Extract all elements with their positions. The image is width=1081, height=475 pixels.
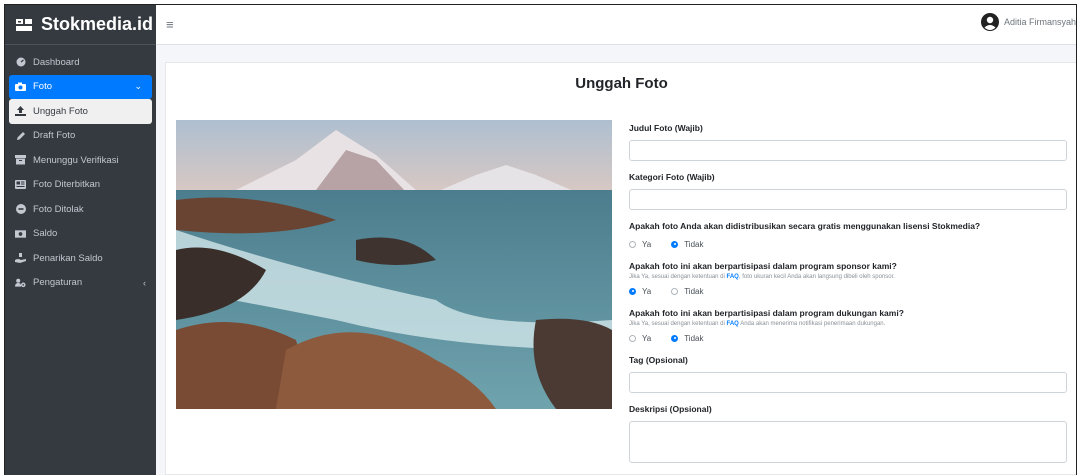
judul-label: Judul Foto (Wajib) bbox=[629, 123, 703, 133]
lisensi-radio-ya[interactable]: Ya bbox=[629, 240, 651, 249]
radio-label: Ya bbox=[642, 239, 652, 249]
tag-group: Tag (Opsional) bbox=[629, 355, 1069, 393]
sponsor-radio-tidak[interactable]: Tidak bbox=[671, 287, 703, 296]
lisensi-radios: Ya Tidak bbox=[629, 238, 1069, 250]
kategori-group: Kategori Foto (Wajib) bbox=[629, 172, 1069, 210]
sidebar-item-label: Draft Foto bbox=[33, 130, 76, 142]
top-navbar: ≡ Aditia Firmansyah bbox=[156, 5, 1076, 45]
sidebar-item-foto-ditolak[interactable]: Foto Ditolak bbox=[5, 197, 156, 222]
sidebar-item-menunggu-verifikasi[interactable]: Menunggu Verifikasi bbox=[5, 148, 156, 173]
photo-preview-image bbox=[176, 120, 612, 409]
minus-circle-icon bbox=[15, 204, 26, 215]
sidebar-nav: Dashboard Foto ⌄ Unggah Foto Draft Foto bbox=[5, 45, 156, 295]
camera-icon bbox=[15, 81, 26, 92]
radio-circle[interactable] bbox=[629, 334, 636, 342]
radio-circle[interactable] bbox=[671, 287, 679, 295]
user-menu[interactable]: Aditia Firmansyah bbox=[980, 13, 1076, 31]
page-title: Unggah Foto bbox=[575, 75, 668, 92]
sponsor-question: Apakah foto ini akan berpartisipasi dala… bbox=[629, 261, 897, 271]
inbox-icon bbox=[15, 155, 26, 166]
sidebar-item-label: Dashboard bbox=[33, 56, 80, 68]
radio-circle[interactable] bbox=[671, 240, 679, 248]
sidebar-item-penarikan-saldo[interactable]: Penarikan Saldo bbox=[5, 246, 156, 271]
dukungan-question: Apakah foto ini akan berpartisipasi dala… bbox=[629, 308, 904, 318]
sidebar-item-label: Foto bbox=[33, 81, 53, 93]
radio-label: Tidak bbox=[684, 286, 704, 296]
sidebar-item-label: Menunggu Verifikasi bbox=[33, 154, 119, 166]
sidebar-item-label: Saldo bbox=[33, 228, 58, 240]
tag-input[interactable] bbox=[629, 372, 1067, 393]
chevron-left-icon: ‹ bbox=[143, 277, 146, 288]
radio-circle[interactable] bbox=[629, 240, 636, 248]
money-icon bbox=[15, 228, 26, 239]
sidebar-item-saldo[interactable]: Saldo bbox=[5, 222, 156, 247]
sidebar-item-label: Pengaturan bbox=[33, 277, 83, 289]
sponsor-help: Jika Ya, sesuai dengan ketentuan di FAQ,… bbox=[629, 274, 1069, 280]
deskripsi-group: Deskripsi (Opsional) bbox=[629, 404, 1069, 468]
sidebar-item-dashboard[interactable]: Dashboard bbox=[5, 50, 156, 75]
tag-label: Tag (Opsional) bbox=[629, 355, 688, 365]
kategori-label: Kategori Foto (Wajib) bbox=[629, 172, 715, 182]
menu-toggle-icon[interactable]: ≡ bbox=[166, 17, 174, 32]
chevron-down-icon: ⌄ bbox=[134, 81, 142, 92]
deskripsi-textarea[interactable] bbox=[629, 421, 1067, 463]
sponsor-help-text: Jika Ya, sesuai dengan ketentuan di bbox=[629, 274, 727, 280]
dukungan-help: Jika Ya, sesuai dengan ketentuan di FAQ … bbox=[629, 321, 1069, 327]
sponsor-radios: Ya Tidak bbox=[629, 285, 1069, 297]
sidebar-item-pengaturan[interactable]: Pengaturan ‹ bbox=[5, 271, 156, 296]
dukungan-help-text-end: Anda akan menerima notifikasi penerimaan… bbox=[738, 321, 886, 327]
dukungan-radios: Ya Tidak bbox=[629, 332, 1069, 344]
dukungan-group: Apakah foto ini akan berpartisipasi dala… bbox=[629, 308, 1069, 344]
radio-label: Tidak bbox=[684, 333, 704, 343]
judul-group: Judul Foto (Wajib) bbox=[629, 123, 1069, 161]
lisensi-question: Apakah foto Anda akan didistribusikan se… bbox=[629, 221, 981, 231]
sidebar-item-label: Penarikan Saldo bbox=[33, 252, 103, 264]
brand[interactable]: Stokmedia.id bbox=[5, 5, 156, 45]
dukungan-help-text: Jika Ya, sesuai dengan ketentuan di bbox=[629, 321, 727, 327]
sponsor-group: Apakah foto ini akan berpartisipasi dala… bbox=[629, 261, 1069, 297]
sidebar-item-foto[interactable]: Foto ⌄ bbox=[9, 74, 152, 99]
sidebar-item-label: Foto Diterbitkan bbox=[33, 179, 101, 191]
deskripsi-label: Deskripsi (Opsional) bbox=[629, 404, 712, 414]
lisensi-group: Apakah foto Anda akan didistribusikan se… bbox=[629, 221, 1069, 250]
sidebar-item-label: Foto Ditolak bbox=[33, 203, 84, 215]
sidebar-item-label: Unggah Foto bbox=[33, 105, 88, 117]
user-name: Aditia Firmansyah bbox=[1003, 17, 1076, 27]
upload-card: Unggah Foto Judul Foto (Wajib) Kategori … bbox=[165, 62, 1076, 475]
radio-circle[interactable] bbox=[671, 334, 679, 342]
newspaper-icon bbox=[15, 179, 26, 190]
sidebar-item-foto-diterbitkan[interactable]: Foto Diterbitkan bbox=[5, 173, 156, 198]
pencil-icon bbox=[15, 130, 26, 141]
radio-label: Ya bbox=[642, 286, 652, 296]
dukungan-radio-ya[interactable]: Ya bbox=[629, 334, 651, 343]
sponsor-faq-link[interactable]: FAQ bbox=[727, 274, 739, 280]
users-cog-icon bbox=[15, 277, 26, 288]
stokmedia-logo-icon bbox=[16, 18, 32, 31]
hand-holding-icon bbox=[15, 253, 26, 264]
dukungan-radio-tidak[interactable]: Tidak bbox=[671, 334, 703, 343]
dashboard-icon bbox=[15, 57, 26, 68]
app-frame: Stokmedia.id Dashboard Foto ⌄ Unggah Fot… bbox=[4, 4, 1077, 475]
lisensi-radio-tidak[interactable]: Tidak bbox=[671, 240, 703, 249]
sidebar: Stokmedia.id Dashboard Foto ⌄ Unggah Fot… bbox=[5, 5, 156, 475]
photo-preview bbox=[176, 120, 612, 409]
radio-label: Tidak bbox=[684, 239, 704, 249]
sponsor-help-text-end: , foto ukuran kecil Anda akan langsung d… bbox=[738, 274, 895, 280]
sidebar-item-draft-foto[interactable]: Draft Foto bbox=[5, 124, 156, 149]
dukungan-faq-link[interactable]: FAQ bbox=[727, 321, 739, 327]
brand-name: Stokmedia.id bbox=[41, 14, 154, 34]
kategori-input[interactable] bbox=[629, 189, 1067, 210]
upload-icon bbox=[15, 106, 26, 117]
upload-form: Judul Foto (Wajib) Kategori Foto (Wajib)… bbox=[629, 123, 1069, 475]
sponsor-radio-ya[interactable]: Ya bbox=[629, 287, 651, 296]
user-circle-icon bbox=[980, 13, 999, 31]
sidebar-item-unggah-foto[interactable]: Unggah Foto bbox=[9, 99, 152, 124]
judul-input[interactable] bbox=[629, 140, 1067, 161]
radio-circle[interactable] bbox=[629, 287, 636, 295]
radio-label: Ya bbox=[642, 333, 652, 343]
